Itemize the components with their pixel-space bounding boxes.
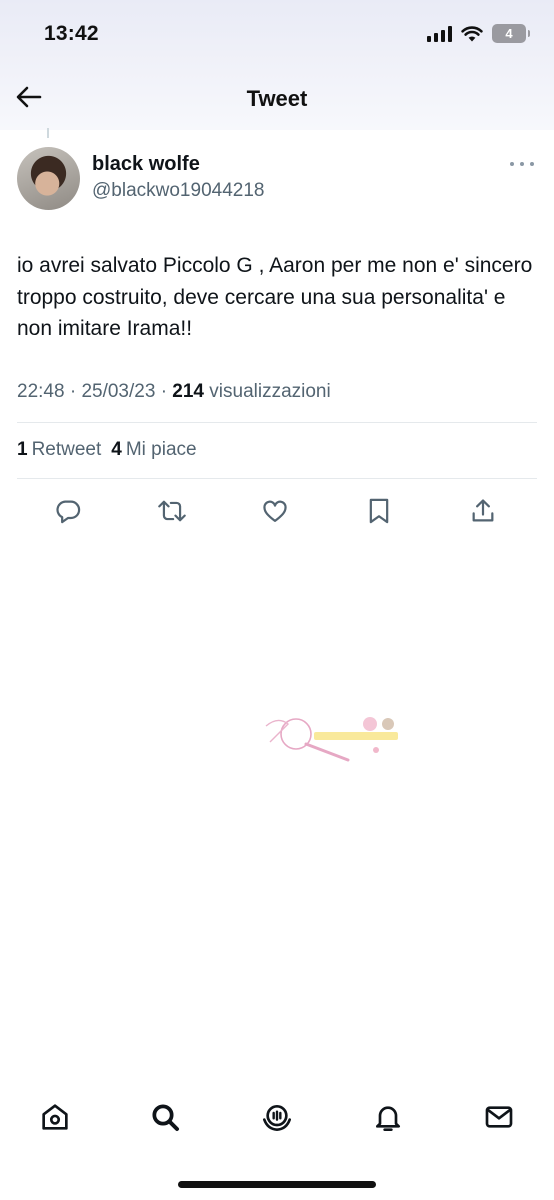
- tweet-stats: 1 Retweet 4 Mi piace: [17, 439, 197, 461]
- meta-separator: ·: [160, 381, 168, 402]
- retweets-count: 1: [17, 439, 28, 460]
- bottom-navigation: [0, 1092, 554, 1142]
- views-count: 214: [172, 381, 204, 402]
- divider: [17, 478, 537, 479]
- reply-button[interactable]: [49, 492, 87, 530]
- likes-stat[interactable]: 4 Mi piace: [111, 439, 196, 461]
- tweet-actions: [0, 492, 554, 530]
- home-icon: [42, 1104, 68, 1130]
- avatar[interactable]: [17, 147, 80, 210]
- share-icon: [472, 499, 494, 522]
- page-title: Tweet: [246, 86, 308, 111]
- divider: [17, 422, 537, 423]
- status-time: 13:42: [44, 22, 99, 45]
- tweet-detail-screen: 13:42 4 Tweet black wolfe @blackwo190442…: [0, 0, 554, 1200]
- likes-count: 4: [111, 439, 122, 460]
- signal-icon: [427, 25, 452, 42]
- home-indicator: [178, 1181, 376, 1188]
- more-options-button[interactable]: [510, 156, 534, 172]
- nav-spaces[interactable]: [258, 1098, 296, 1136]
- top-bar: 13:42 4 Tweet: [0, 0, 554, 130]
- bookmark-icon: [369, 498, 389, 524]
- meta-separator: ·: [69, 381, 77, 402]
- thread-connector: [47, 128, 49, 138]
- more-dot: [510, 162, 514, 166]
- more-dot: [530, 162, 534, 166]
- more-dot: [520, 162, 524, 166]
- author-display-name[interactable]: black wolfe: [92, 153, 200, 176]
- nav-search[interactable]: [146, 1098, 184, 1136]
- tweet-text: io avrei salvato Piccolo G , Aaron per m…: [17, 254, 533, 340]
- like-icon: [263, 500, 287, 523]
- tweet-time: 22:48: [17, 381, 65, 402]
- tweet-meta: 22:48 · 25/03/23 · 214 visualizzazioni: [17, 381, 331, 403]
- spaces-icon: [263, 1105, 291, 1132]
- share-button[interactable]: [464, 492, 502, 530]
- nav-home[interactable]: [36, 1098, 74, 1136]
- retweet-button[interactable]: [153, 492, 191, 530]
- watermark-logo: [265, 717, 398, 762]
- like-button[interactable]: [256, 492, 294, 530]
- retweets-stat[interactable]: 1 Retweet: [17, 439, 101, 461]
- author-handle[interactable]: @blackwo19044218: [92, 180, 264, 202]
- views-label: visualizzazioni: [209, 381, 331, 402]
- search-icon: [152, 1104, 179, 1131]
- wifi-icon: [461, 25, 483, 41]
- likes-label: Mi piace: [125, 439, 197, 460]
- messages-icon: [485, 1106, 513, 1128]
- retweets-label: Retweet: [31, 439, 102, 460]
- nav-messages[interactable]: [480, 1098, 518, 1136]
- tweet-date: 25/03/23: [81, 381, 156, 402]
- bookmark-button[interactable]: [360, 492, 398, 530]
- status-icons: 4: [427, 24, 530, 43]
- battery-icon: 4: [492, 24, 530, 43]
- reply-icon: [56, 500, 81, 524]
- notifications-icon: [376, 1106, 400, 1131]
- nav-notifications[interactable]: [369, 1098, 407, 1136]
- retweet-icon: [158, 500, 186, 522]
